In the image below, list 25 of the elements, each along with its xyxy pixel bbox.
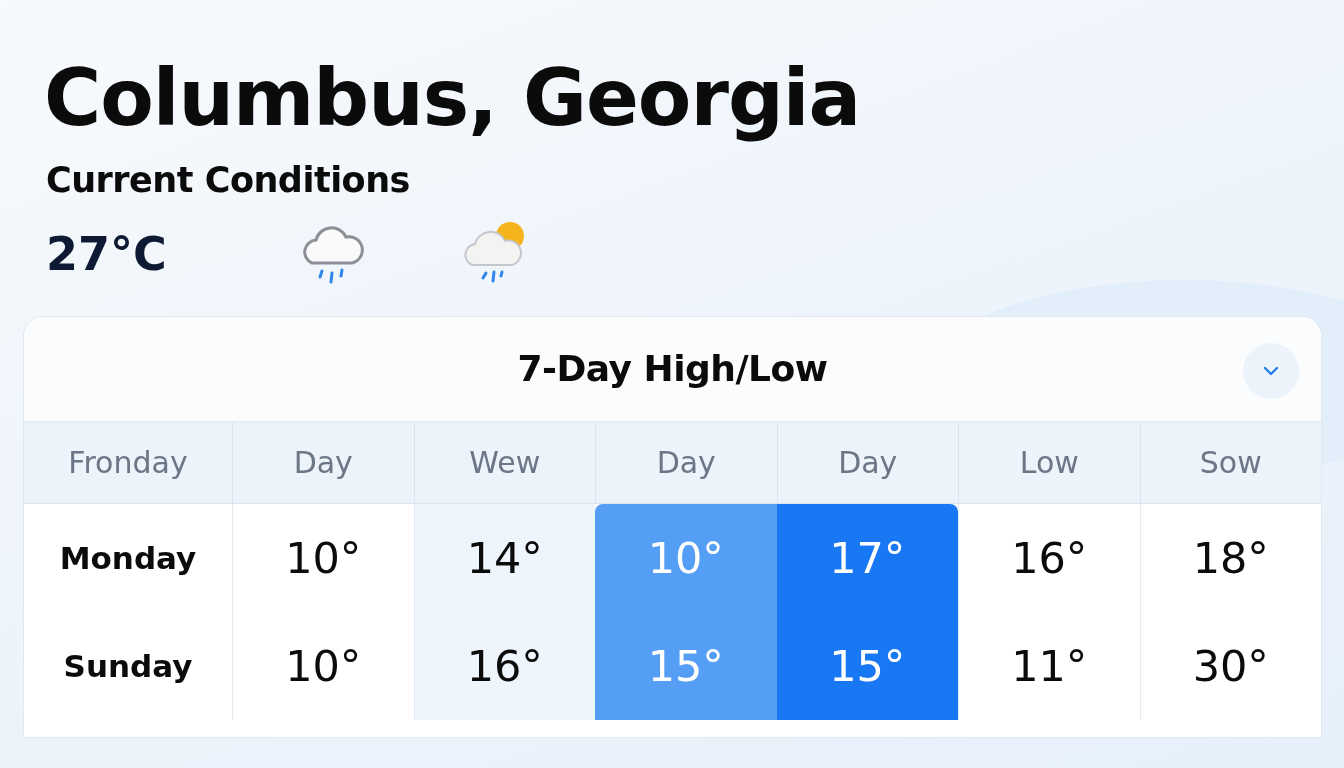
temperature-cell: 15° — [776, 611, 958, 720]
column-header: Fronday — [24, 421, 232, 504]
temperature-cell: 16° — [413, 611, 595, 720]
temperature-cell: 17° — [776, 503, 958, 612]
day-cell-text: Monday — [58, 538, 198, 578]
temperature-cell: 15° — [595, 611, 777, 720]
column-header: Low — [958, 421, 1140, 504]
temperature-cell: 16° — [958, 503, 1140, 612]
section-heading: Current Conditions — [46, 159, 411, 200]
temperature-cell: 10° — [232, 503, 414, 612]
card-title: 7-Day High/Low — [517, 348, 828, 390]
city-title: Columbus, Georgia — [44, 52, 862, 145]
temperature-cell: 14° — [413, 503, 595, 612]
column-header: Day — [776, 421, 958, 504]
temperature-cell: 18° — [1139, 503, 1321, 612]
temperature-cell: 11° — [958, 611, 1140, 720]
temperature-cell: 30° — [1139, 611, 1321, 720]
column-header: Day — [595, 421, 777, 504]
temperature-cell: 10° — [232, 611, 414, 720]
column-header: Sow — [1139, 421, 1321, 504]
temperature-cell: 10° — [595, 503, 777, 612]
day-cell-text: Sunday — [62, 646, 194, 686]
column-header: Day — [232, 421, 414, 504]
current-temperature: 27°C — [46, 226, 168, 281]
column-header: Wew — [413, 421, 595, 504]
